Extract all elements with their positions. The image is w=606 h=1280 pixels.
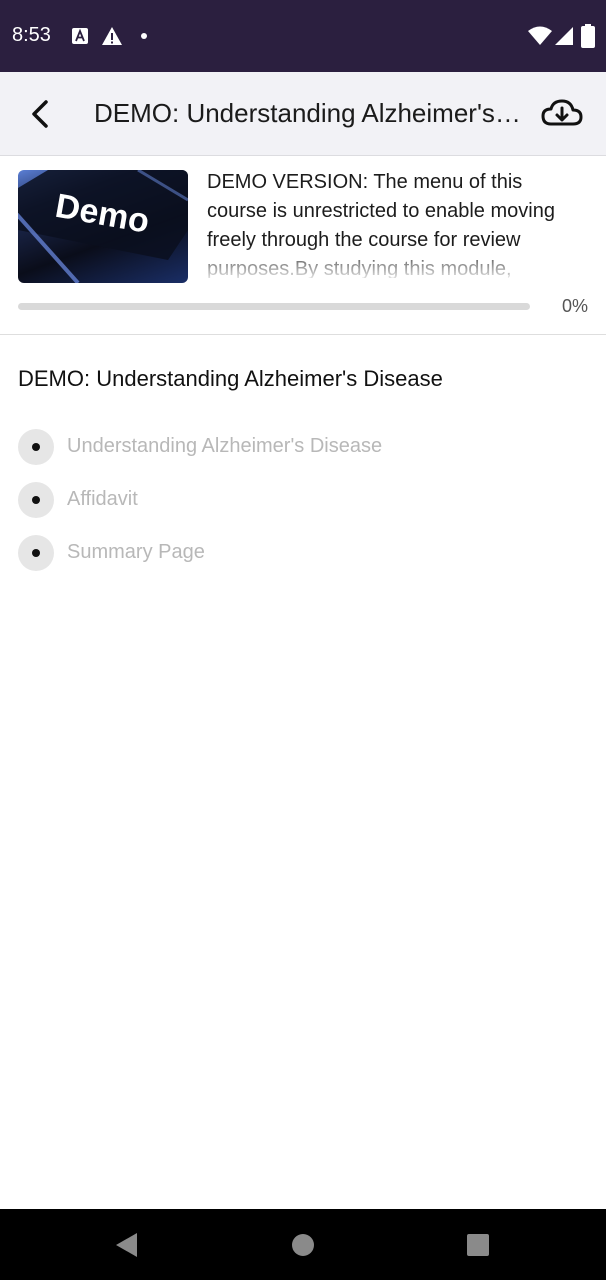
divider <box>0 334 606 335</box>
lesson-label: Affidavit <box>67 488 138 510</box>
lesson-label: Summary Page <box>67 541 205 563</box>
demo-key-image: Demo <box>18 170 188 283</box>
course-progress-label: 0% <box>561 296 588 316</box>
cloud-download-icon <box>541 99 583 126</box>
course-thumbnail: Demo <box>18 170 188 283</box>
battery-icon <box>581 24 595 48</box>
lesson-item[interactable]: Understanding Alzheimer's Disease <box>18 420 588 473</box>
lesson-item[interactable]: Affidavit <box>18 473 588 526</box>
status-time: 8:53 <box>12 24 51 46</box>
warning-icon <box>102 27 122 45</box>
section-title: DEMO: Understanding Alzheimer's Disease <box>18 366 443 391</box>
nav-back-button[interactable] <box>113 1231 141 1259</box>
download-button[interactable] <box>540 96 584 132</box>
back-arrow-icon <box>32 100 48 128</box>
back-triangle-icon <box>116 1233 137 1257</box>
wifi-icon <box>528 26 552 45</box>
dot-icon <box>141 33 147 39</box>
course-progress-bar <box>18 303 530 310</box>
home-circle-icon <box>292 1234 314 1256</box>
nav-recents-button[interactable] <box>464 1231 492 1259</box>
app-bar: DEMO: Understanding Alzheimer's Disease <box>0 72 606 156</box>
system-nav-bar <box>0 1209 606 1280</box>
bullet-icon <box>18 534 54 571</box>
bullet-icon <box>18 428 54 465</box>
lesson-list: Understanding Alzheimer's Disease Affida… <box>18 420 588 579</box>
lesson-item[interactable]: Summary Page <box>18 526 588 579</box>
lesson-label: Understanding Alzheimer's Disease <box>67 435 383 457</box>
bullet-icon <box>18 481 54 518</box>
font-a-icon <box>72 28 88 44</box>
back-button[interactable] <box>22 94 62 134</box>
nav-home-button[interactable] <box>289 1231 317 1259</box>
signal-icon <box>555 27 573 45</box>
course-description: DEMO VERSION: The menu of this course is… <box>207 171 555 278</box>
recents-square-icon <box>467 1234 489 1256</box>
status-bar: 8:53 <box>0 0 606 72</box>
page-title: DEMO: Understanding Alzheimer's Disease <box>94 98 524 128</box>
